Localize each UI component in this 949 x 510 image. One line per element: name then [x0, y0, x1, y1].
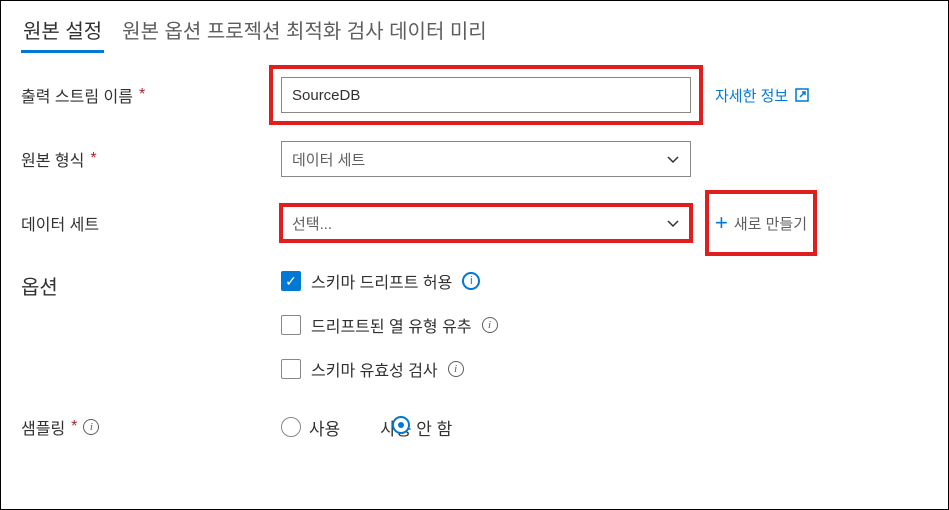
label-output-stream: 출력 스트림 이름 *: [21, 83, 281, 107]
info-icon[interactable]: [392, 416, 410, 434]
options-section-label: 옵션: [21, 271, 58, 300]
source-type-field-wrap: 데이터 세트: [281, 141, 691, 177]
checkbox-icon: [281, 315, 301, 335]
tab-other[interactable]: 원본 옵션 프로젝션 최적화 검사 데이터 미리: [120, 9, 489, 53]
radio-label: 사용: [309, 415, 340, 440]
checkbox-icon: ✓: [281, 271, 301, 291]
label-text: 데이터 세트: [21, 211, 99, 235]
dataset-select[interactable]: 선택...: [281, 205, 691, 241]
info-icon[interactable]: i: [448, 361, 464, 377]
form-area: 출력 스트림 이름 * 자세한 정보 원본 형식 * 데이터 세트 데이: [1, 53, 948, 445]
learn-more-link[interactable]: 자세한 정보: [715, 85, 810, 106]
chevron-down-icon: [666, 216, 680, 230]
row-output-stream: 출력 스트림 이름 * 자세한 정보: [21, 77, 928, 113]
select-value: 데이터 세트: [292, 149, 365, 170]
label-text: 원본 형식: [21, 147, 84, 171]
output-stream-input[interactable]: [281, 77, 691, 113]
source-type-select[interactable]: 데이터 세트: [281, 141, 691, 177]
learn-more-label: 자세한 정보: [715, 85, 788, 106]
label-dataset: 데이터 세트: [21, 211, 281, 235]
label-source-type: 원본 형식 *: [21, 147, 281, 171]
checkbox-label: 드리프트된 열 유형 유추: [311, 313, 472, 337]
plus-icon: +: [715, 210, 728, 236]
radio-use[interactable]: 사용: [281, 415, 340, 440]
radio-icon: [281, 417, 301, 437]
options-checkbox-group: ✓ 스키마 드리프트 허용 i 드리프트된 열 유형 유추 i 스키마 유효성 …: [281, 269, 498, 381]
chevron-down-icon: [666, 152, 680, 166]
row-options: 옵션 ✓ 스키마 드리프트 허용 i 드리프트된 열 유형 유추 i 스키마 유…: [21, 269, 928, 381]
tab-source-settings[interactable]: 원본 설정: [21, 9, 104, 53]
dataset-field-wrap: 선택...: [281, 205, 691, 241]
required-mark: *: [139, 86, 145, 104]
info-icon[interactable]: i: [83, 419, 99, 435]
required-mark: *: [71, 418, 77, 436]
tabs-bar: 원본 설정 원본 옵션 프로젝션 최적화 검사 데이터 미리: [1, 1, 948, 53]
output-stream-field-wrap: [281, 77, 691, 113]
row-source-type: 원본 형식 * 데이터 세트: [21, 141, 928, 177]
checkbox-schema-drift[interactable]: ✓ 스키마 드리프트 허용 i: [281, 269, 498, 293]
checkbox-label: 스키마 유효성 검사: [311, 357, 438, 381]
select-placeholder: 선택...: [292, 213, 332, 234]
row-sampling: 샘플링 * i 사용 사용 안 함: [21, 409, 928, 445]
label-options: 옵션: [21, 269, 281, 300]
checkbox-infer-drifted[interactable]: 드리프트된 열 유형 유추 i: [281, 313, 498, 337]
sampling-radio-group: 사용 사용 안 함: [281, 415, 452, 440]
required-mark: *: [90, 150, 96, 168]
new-label: 새로 만들기: [734, 213, 807, 234]
label-text: 출력 스트림 이름: [21, 83, 133, 107]
checkbox-icon: [281, 359, 301, 379]
row-dataset: 데이터 세트 선택... + 새로 만들기: [21, 205, 928, 241]
info-icon[interactable]: i: [462, 272, 480, 290]
label-sampling: 샘플링 * i: [21, 415, 281, 439]
label-text: 샘플링: [21, 415, 65, 439]
external-link-icon: [794, 87, 810, 103]
radio-label: 사용 안 함: [380, 420, 452, 439]
info-icon[interactable]: i: [482, 317, 498, 333]
checkbox-label: 스키마 드리프트 허용: [311, 269, 452, 293]
checkbox-validate-schema[interactable]: 스키마 유효성 검사 i: [281, 357, 498, 381]
new-button[interactable]: + 새로 만들기: [715, 210, 807, 236]
radio-not-use[interactable]: 사용 안 함: [380, 415, 452, 440]
